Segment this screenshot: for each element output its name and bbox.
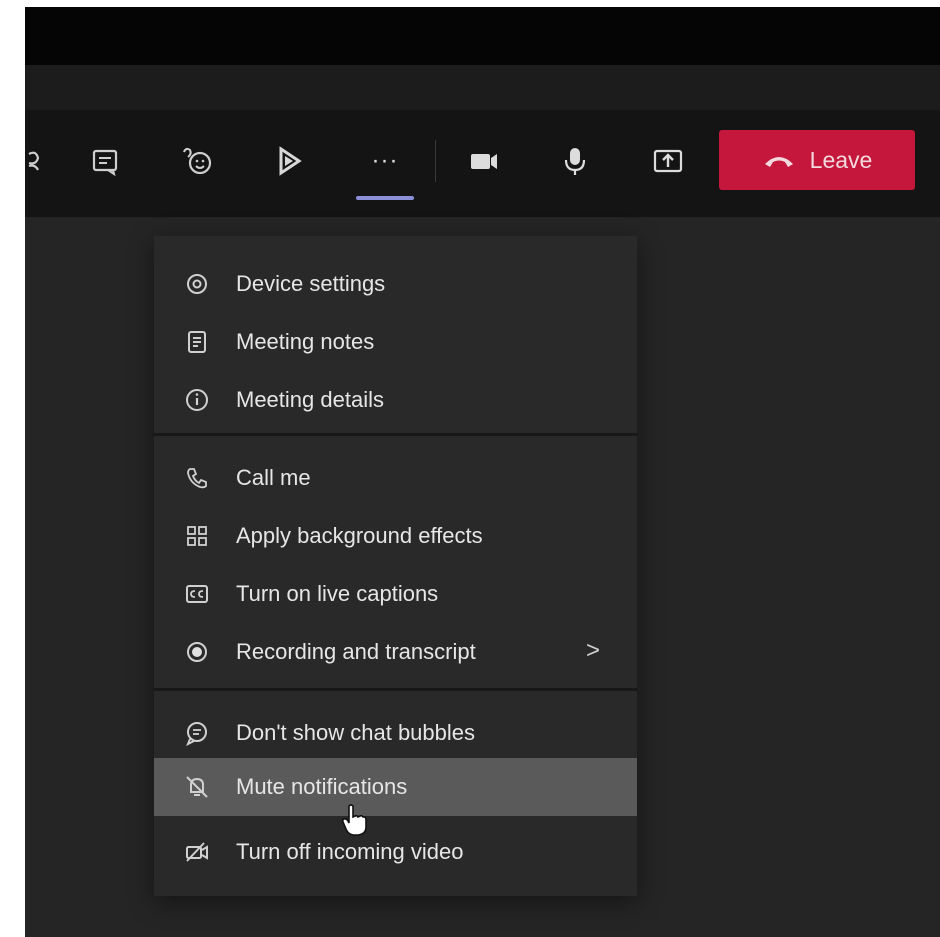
chevron-right-icon: > <box>586 637 601 664</box>
chat-bubble-icon <box>184 720 210 746</box>
share-screen-icon[interactable] <box>646 139 690 183</box>
leave-button-label: Leave <box>809 146 873 173</box>
chat-icon[interactable] <box>83 139 127 183</box>
menu-item-label: Call me <box>236 465 311 490</box>
menu-item-label: Turn on live captions <box>236 581 439 606</box>
menu-item-mute-notifications[interactable]: Mute notifications <box>154 758 637 816</box>
notes-icon <box>184 329 210 355</box>
microphone-icon[interactable] <box>553 139 597 183</box>
captions-icon <box>184 581 210 607</box>
more-actions-label: ··· <box>371 147 399 174</box>
window-top-strip <box>25 7 940 65</box>
apps-icon[interactable] <box>267 139 311 183</box>
hang-up-icon <box>764 157 793 167</box>
reactions-icon[interactable] <box>175 139 219 183</box>
mute-notifications-icon <box>184 774 210 800</box>
menu-item-label: Turn off incoming video <box>236 839 464 864</box>
menu-item-device-settings[interactable]: Device settings <box>154 255 637 313</box>
menu-item-label: Recording and transcript <box>236 639 476 664</box>
menu-item-label: Device settings <box>236 271 386 296</box>
menu-item-label: Don't show chat bubbles <box>236 720 476 745</box>
menu-item-label: Meeting details <box>236 387 384 412</box>
menu-item-recording-transcript[interactable]: Recording and transcript > <box>154 623 637 681</box>
menu-item-label: Meeting notes <box>236 329 375 354</box>
menu-item-label: Mute notifications <box>236 774 408 799</box>
menu-divider <box>154 433 637 436</box>
menu-item-live-captions[interactable]: Turn on live captions <box>154 565 637 623</box>
menu-divider <box>154 688 637 691</box>
phone-icon <box>184 465 210 491</box>
info-icon <box>184 387 210 413</box>
camera-icon[interactable] <box>462 139 506 183</box>
menu-item-meeting-notes[interactable]: Meeting notes <box>154 313 637 371</box>
people-icon[interactable] <box>18 139 62 183</box>
menu-item-incoming-video[interactable]: Turn off incoming video <box>154 823 637 881</box>
menu-item-chat-bubbles[interactable]: Don't show chat bubbles <box>154 704 637 762</box>
more-actions-icon[interactable]: ··· <box>363 139 407 183</box>
menu-item-label: Apply background effects <box>236 523 483 548</box>
active-tab-underline <box>356 196 414 200</box>
meeting-header <box>25 65 940 110</box>
toolbar-divider <box>435 140 436 182</box>
hand-cursor-icon <box>341 804 367 836</box>
background-effects-icon <box>184 523 210 549</box>
video-off-icon <box>184 839 210 865</box>
gear-icon <box>184 271 210 297</box>
leave-button[interactable]: Leave <box>719 130 915 190</box>
record-icon <box>184 639 210 665</box>
menu-item-background-effects[interactable]: Apply background effects <box>154 507 637 565</box>
menu-item-meeting-details[interactable]: Meeting details <box>154 371 637 429</box>
menu-item-call-me[interactable]: Call me <box>154 449 637 507</box>
